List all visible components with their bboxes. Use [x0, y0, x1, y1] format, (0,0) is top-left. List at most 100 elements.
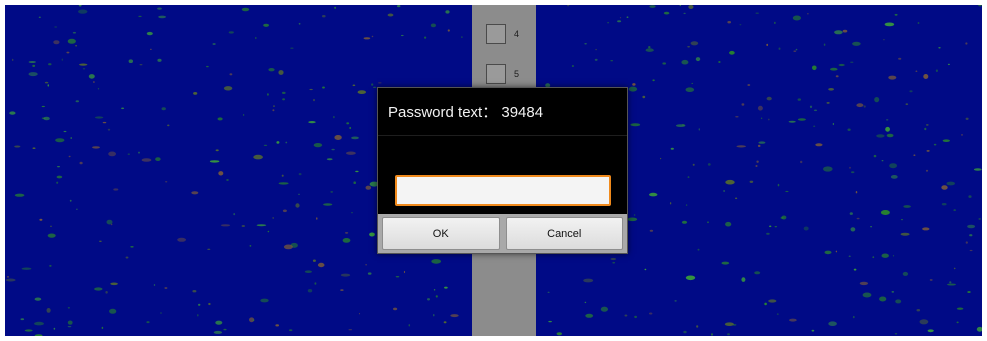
speckle: [331, 148, 335, 151]
speckle: [723, 190, 725, 192]
speckle: [334, 6, 336, 9]
speckle: [848, 255, 851, 257]
speckle: [431, 259, 442, 264]
speckle: [153, 284, 156, 286]
speckle: [949, 281, 952, 284]
speckle: [101, 326, 104, 329]
speckle: [669, 202, 672, 205]
option-label-5: 5: [514, 69, 520, 79]
speckle: [853, 268, 857, 271]
speckle: [735, 116, 739, 118]
speckle: [583, 278, 594, 283]
speckle: [268, 68, 275, 72]
checkbox-4[interactable]: [486, 24, 506, 44]
speckle: [823, 166, 833, 172]
speckle: [768, 118, 770, 121]
speckle: [393, 307, 398, 311]
speckle: [925, 169, 929, 172]
speckle: [75, 100, 80, 103]
speckle: [49, 264, 52, 267]
speckle: [34, 334, 43, 336]
speckle: [947, 63, 950, 66]
speckle: [322, 86, 325, 89]
speckle: [351, 136, 359, 140]
checkbox-5[interactable]: [486, 64, 506, 84]
speckle: [842, 29, 848, 33]
speckle: [644, 268, 647, 271]
speckle: [365, 185, 372, 190]
speckle: [349, 126, 352, 130]
speckle: [430, 23, 436, 28]
speckle: [691, 82, 693, 84]
speckle: [197, 314, 199, 317]
speckle: [28, 72, 38, 77]
speckle: [99, 240, 102, 242]
speckle: [253, 154, 263, 160]
speckle: [54, 26, 58, 28]
speckle: [862, 292, 872, 298]
speckle: [193, 92, 198, 95]
speckle: [828, 321, 837, 327]
speckle: [924, 127, 927, 131]
speckle: [780, 217, 784, 219]
speckle: [295, 203, 300, 208]
speckle: [900, 232, 910, 236]
speckle: [727, 333, 730, 336]
speckle: [685, 87, 695, 92]
speckle: [895, 299, 902, 304]
speckle: [768, 299, 777, 303]
speckle: [63, 130, 67, 133]
speckle: [965, 117, 969, 121]
cancel-button[interactable]: Cancel: [505, 217, 623, 250]
speckle: [760, 117, 763, 120]
speckle: [889, 163, 897, 169]
speckle: [732, 324, 737, 326]
speckle: [79, 63, 88, 66]
ok-button[interactable]: OK: [382, 217, 500, 250]
speckle: [769, 225, 772, 228]
speckle: [233, 213, 236, 216]
speckle: [567, 5, 570, 7]
speckle: [729, 50, 735, 55]
speckle: [571, 65, 575, 67]
speckle: [969, 234, 973, 237]
speckle: [547, 291, 550, 293]
speckle: [346, 151, 356, 155]
app-screen: 4 5 Password text： 39484 OK Cancel: [5, 5, 982, 336]
speckle: [681, 59, 689, 65]
speckle: [78, 9, 88, 14]
speckle: [158, 15, 167, 19]
speckle: [946, 181, 955, 186]
password-input[interactable]: [395, 175, 611, 206]
speckle: [835, 75, 839, 78]
speckle: [725, 221, 732, 227]
option-row-5[interactable]: 5: [486, 62, 519, 86]
speckle: [788, 120, 796, 123]
speckle: [41, 105, 45, 108]
speckle: [766, 43, 769, 47]
speckle: [53, 327, 56, 330]
dialog-title: Password text： 39484: [388, 104, 544, 121]
option-row-4[interactable]: 4: [486, 22, 519, 46]
speckle: [942, 139, 950, 142]
speckle: [898, 57, 902, 60]
speckle: [191, 191, 199, 195]
speckle: [823, 43, 826, 46]
speckle: [7, 276, 9, 278]
speckle: [76, 208, 78, 210]
speckle: [79, 161, 83, 165]
speckle: [70, 137, 72, 139]
speckle: [435, 295, 438, 298]
speckle: [307, 289, 313, 293]
speckle: [679, 5, 681, 6]
speckle: [916, 309, 921, 312]
speckle: [903, 205, 911, 208]
speckle: [67, 320, 73, 325]
password-dialog: Password text： 39484 OK Cancel: [377, 87, 628, 254]
speckle: [14, 193, 25, 197]
speckle: [938, 47, 941, 49]
speckle: [695, 57, 701, 62]
speckle: [556, 332, 562, 336]
speckle: [141, 158, 152, 162]
speckle: [351, 212, 353, 214]
